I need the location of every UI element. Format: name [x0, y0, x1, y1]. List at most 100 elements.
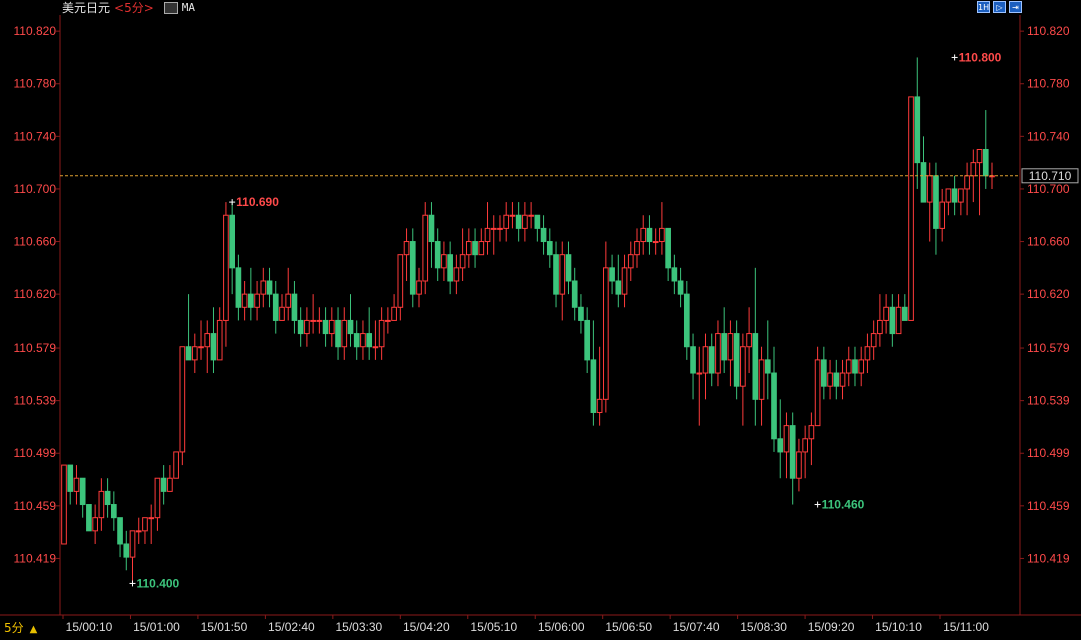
candle-body	[484, 227, 491, 243]
candle-body	[864, 346, 871, 361]
y-tick-label-left: 110.780	[14, 77, 57, 91]
candle-body	[870, 333, 877, 348]
y-tick-label-right: 110.419	[1027, 551, 1070, 565]
candle-body	[154, 477, 161, 519]
candlestick-chart[interactable]: 110.419 110.419 110.459 110.459 110.499 110.4…	[0, 0, 1081, 638]
candle-body	[67, 464, 74, 492]
candle-body	[727, 333, 734, 361]
candle-body	[272, 293, 279, 321]
y-tick-label-right: 110.499	[1027, 446, 1070, 460]
candle-body	[428, 214, 435, 243]
candle-body	[416, 280, 422, 295]
candle-body	[248, 293, 254, 308]
candle-body	[652, 241, 659, 244]
y-tick-label-right: 110.459	[1027, 499, 1070, 513]
candle-body	[877, 319, 883, 335]
y-tick-label-left: 110.459	[14, 499, 57, 513]
x-tick-label: 15/08:30	[740, 620, 787, 634]
period-selector[interactable]: 5分 ▲	[0, 618, 60, 638]
candle-body	[198, 346, 204, 349]
candle-body	[789, 425, 796, 479]
candle-body	[522, 214, 528, 229]
y-tick-label-right: 110.740	[1027, 129, 1070, 143]
candle-body	[833, 372, 840, 387]
candle-body	[615, 280, 622, 295]
candle-body	[758, 359, 765, 400]
candle-body	[646, 227, 653, 243]
candle-body	[827, 372, 833, 387]
candle-body	[204, 333, 211, 348]
candle-body	[690, 346, 696, 374]
candle-body	[596, 398, 603, 413]
x-tick-label: 15/05:10	[470, 620, 517, 634]
candle-body	[110, 504, 117, 519]
candle-body	[559, 254, 566, 295]
period-selector-label: 5分	[4, 621, 24, 635]
candle-body	[603, 267, 609, 400]
x-tick-label: 15/06:00	[538, 620, 585, 634]
candle-body	[771, 372, 777, 440]
candle-body	[802, 438, 808, 453]
y-tick-label-left: 110.499	[14, 446, 57, 460]
candle-body	[465, 241, 472, 256]
candle-body	[366, 333, 373, 348]
candle-body	[982, 148, 989, 177]
candle-body	[528, 214, 534, 217]
candle-body	[372, 346, 379, 349]
candle-body	[310, 319, 316, 322]
candle-body	[79, 477, 86, 506]
candle-body	[297, 319, 304, 335]
candle-body	[98, 490, 105, 519]
candle-body	[540, 227, 547, 243]
candle-body	[216, 319, 223, 361]
candle-body	[254, 293, 260, 308]
candle-body	[821, 359, 827, 387]
candle-body	[328, 319, 335, 335]
candle-body	[148, 517, 155, 520]
candle-body	[266, 280, 273, 295]
candle-body	[933, 175, 939, 229]
candle-body	[740, 346, 746, 387]
candle-body	[590, 359, 597, 413]
candle-body	[584, 319, 591, 361]
candle-body	[447, 254, 453, 282]
candle-body	[335, 319, 341, 348]
x-tick-label: 15/02:40	[268, 620, 315, 634]
candle-body	[895, 306, 902, 335]
candle-body	[964, 175, 970, 190]
period-arrow-icon[interactable]: ▲	[30, 624, 38, 635]
candle-body	[908, 96, 914, 321]
candle-body	[702, 346, 709, 374]
candle-body	[578, 306, 584, 321]
candle-body	[360, 333, 366, 348]
candle-body	[715, 333, 721, 374]
candle-body	[459, 254, 466, 269]
candle-body	[179, 346, 186, 453]
candle-body	[123, 543, 130, 558]
y-tick-label-right: 110.579	[1027, 341, 1070, 355]
candle-body	[858, 359, 865, 374]
candle-body	[441, 254, 447, 269]
candle-body	[914, 96, 921, 164]
y-tick-label-right: 110.700	[1027, 182, 1070, 196]
annotation-label: 110.460	[822, 498, 865, 512]
candle-body	[926, 175, 933, 203]
y-tick-label-left: 110.419	[14, 551, 57, 565]
candle-body	[341, 319, 348, 348]
candle-body	[565, 254, 572, 282]
candle-body	[61, 464, 67, 545]
candle-body	[883, 306, 889, 321]
y-tick-label-right: 110.660	[1027, 235, 1070, 249]
candle-body	[223, 214, 229, 321]
candle-body	[279, 306, 285, 321]
x-tick-label: 15/01:50	[201, 620, 248, 634]
y-tick-label-right: 110.539	[1027, 394, 1070, 408]
candle-body	[434, 241, 441, 269]
candle-body	[397, 254, 404, 308]
candle-body	[142, 517, 148, 532]
x-tick-label: 15/01:00	[133, 620, 180, 634]
candle-body	[453, 267, 460, 282]
candle-body	[852, 359, 858, 374]
x-tick-label: 15/03:30	[335, 620, 382, 634]
candle-body	[889, 306, 896, 335]
